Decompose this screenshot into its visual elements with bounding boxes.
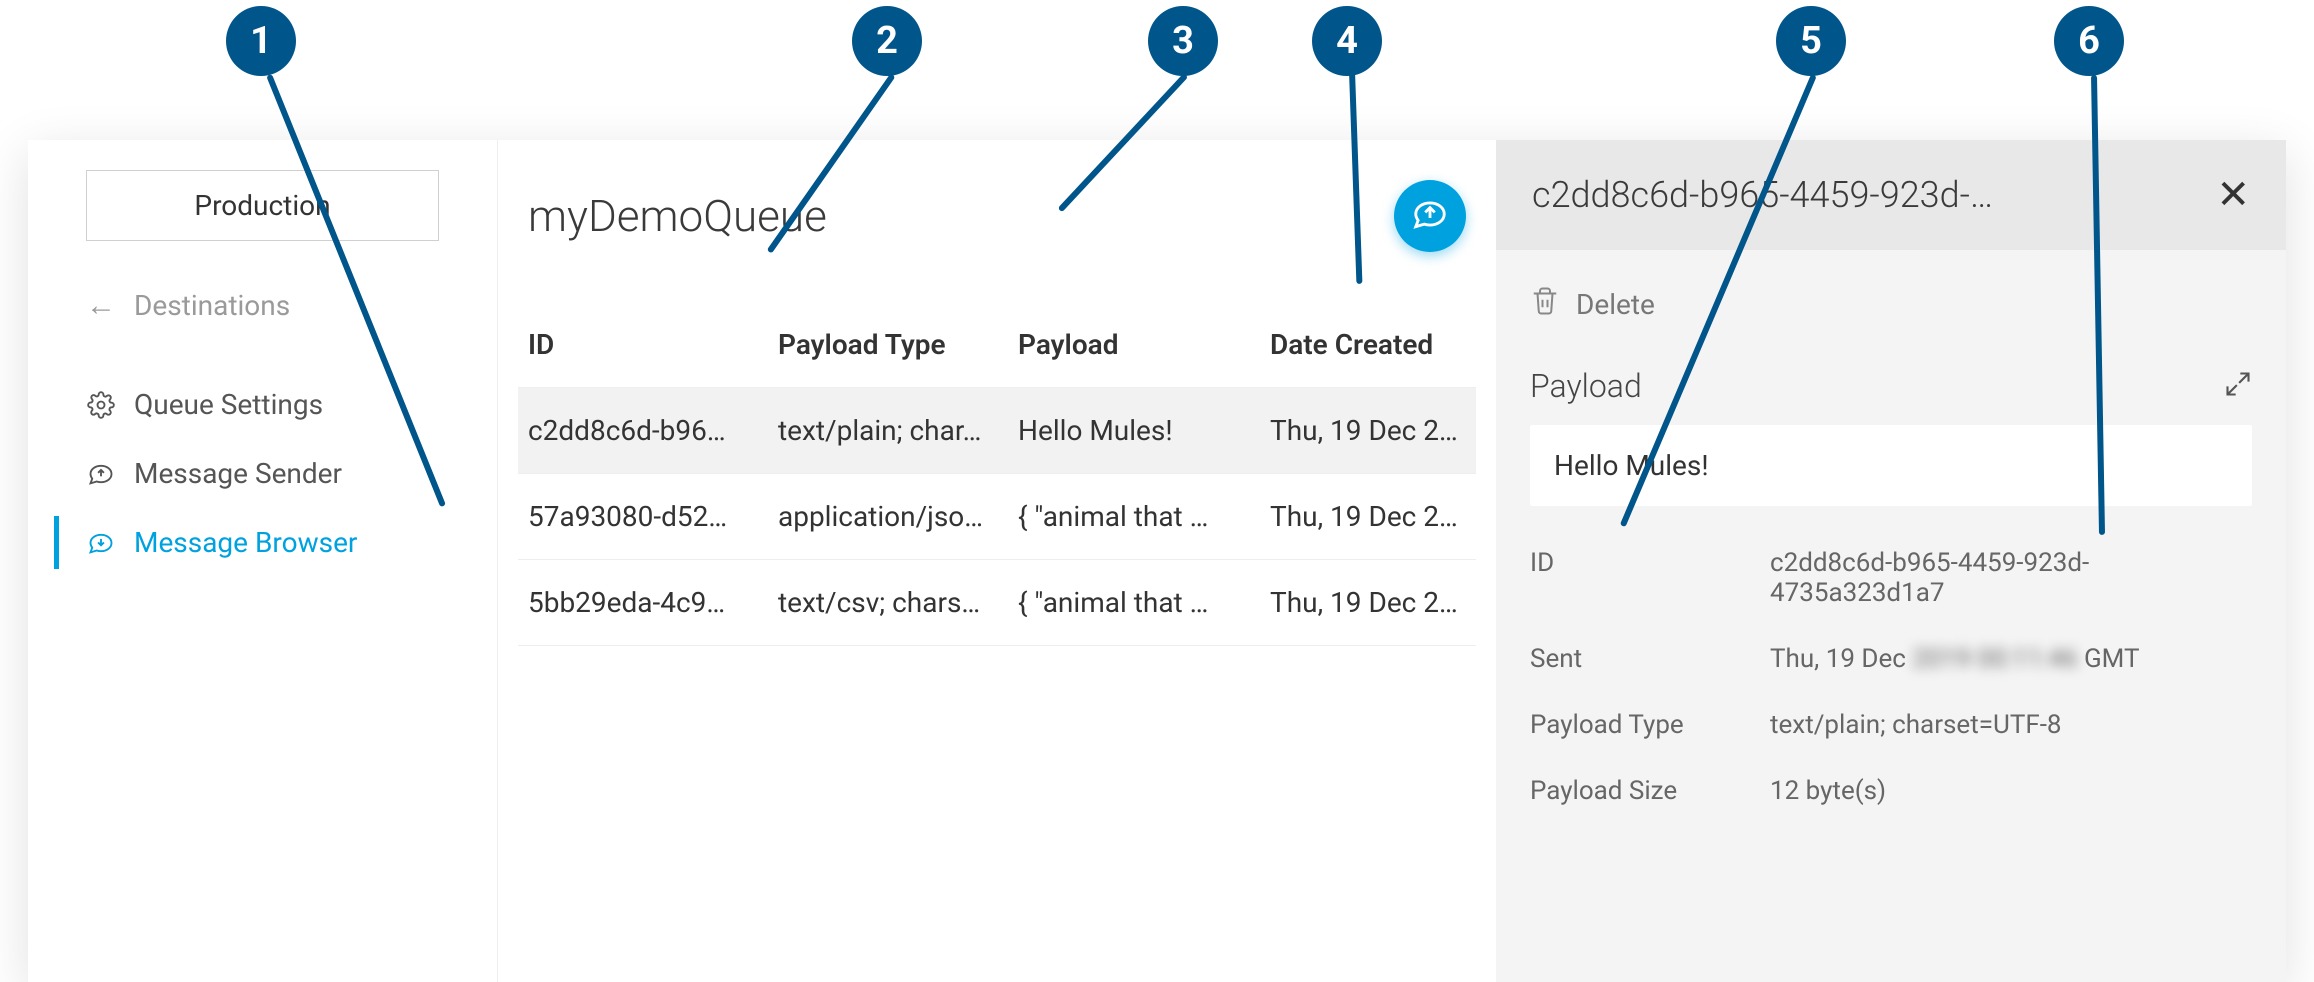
- detail-title: c2dd8c6d-b965-4459-923d-…: [1532, 174, 2216, 216]
- message-send-icon: [1411, 195, 1449, 237]
- environment-selector[interactable]: Production: [86, 170, 439, 241]
- message-list-pane: myDemoQueue ID Payload Type Payload Date…: [498, 140, 1496, 982]
- col-header-type: Payload Type: [778, 328, 1018, 361]
- table-row[interactable]: c2dd8c6d-b96… text/plain; char… Hello Mu…: [518, 388, 1476, 474]
- meta-key: Sent: [1530, 644, 1770, 674]
- meta-row-id: ID c2dd8c6d-b965-4459-923d-4735a323d1a7: [1516, 530, 2266, 626]
- meta-row-sent: Sent Thu, 19 Dec 2019 00:11:46 GMT: [1516, 626, 2266, 692]
- cell-payload: { "animal that …: [1018, 586, 1270, 619]
- delete-label: Delete: [1576, 288, 1655, 321]
- meta-val: c2dd8c6d-b965-4459-923d-4735a323d1a7: [1770, 548, 2252, 608]
- cell-type: text/csv; chars…: [778, 586, 1018, 619]
- callout-marker-5: 5: [1776, 6, 1846, 76]
- close-button[interactable]: ✕: [2216, 175, 2250, 215]
- expand-payload-button[interactable]: [2224, 370, 2252, 402]
- sidebar-item-label: Message Browser: [134, 526, 357, 559]
- meta-val: text/plain; charset=UTF-8: [1770, 710, 2252, 740]
- cell-date: Thu, 19 Dec 20…: [1270, 500, 1466, 533]
- cell-payload: Hello Mules!: [1018, 414, 1270, 447]
- payload-section-header: Payload: [1516, 353, 2266, 419]
- callout-marker-2: 2: [852, 6, 922, 76]
- sidebar-item-queue-settings[interactable]: Queue Settings: [28, 370, 497, 439]
- trash-icon: [1530, 286, 1560, 323]
- back-to-destinations[interactable]: ← Destinations: [28, 271, 497, 340]
- table-header-row: ID Payload Type Payload Date Created: [518, 302, 1476, 388]
- main-content: myDemoQueue ID Payload Type Payload Date…: [498, 140, 2286, 982]
- detail-header: c2dd8c6d-b965-4459-923d-… ✕: [1496, 140, 2286, 250]
- detail-body: Delete Payload Hello Mules! ID c2dd8c6d-…: [1496, 250, 2286, 824]
- queue-header: myDemoQueue: [518, 180, 1476, 302]
- cell-id: 57a93080-d52…: [528, 500, 778, 533]
- send-message-fab[interactable]: [1394, 180, 1466, 252]
- sidebar-item-label: Message Sender: [134, 457, 342, 490]
- callout-marker-6: 6: [2054, 6, 2124, 76]
- message-down-icon: [86, 528, 116, 558]
- close-icon: ✕: [2216, 171, 2250, 218]
- meta-val: 12 byte(s): [1770, 776, 2252, 806]
- cell-type: application/jso…: [778, 500, 1018, 533]
- table-row[interactable]: 5bb29eda-4c9… text/csv; chars… { "animal…: [518, 560, 1476, 646]
- arrow-left-icon: ←: [86, 291, 116, 321]
- meta-row-type: Payload Type text/plain; charset=UTF-8: [1516, 692, 2266, 758]
- col-header-payload: Payload: [1018, 328, 1270, 361]
- callout-marker-3: 3: [1148, 6, 1218, 76]
- col-header-id: ID: [528, 328, 778, 361]
- cell-payload: { "animal that …: [1018, 500, 1270, 533]
- sidebar-item-label: Queue Settings: [134, 388, 323, 421]
- redacted-text: 2019 00:11:46: [1912, 644, 2077, 674]
- delete-button[interactable]: Delete: [1516, 280, 2266, 353]
- cell-date: Thu, 19 Dec 20…: [1270, 586, 1466, 619]
- message-detail-pane: c2dd8c6d-b965-4459-923d-… ✕ Delete Paylo…: [1496, 140, 2286, 982]
- cell-date: Thu, 19 Dec 20…: [1270, 414, 1466, 447]
- payload-section-label: Payload: [1530, 367, 1642, 405]
- table-row[interactable]: 57a93080-d52… application/jso… { "animal…: [518, 474, 1476, 560]
- app-window: Production ← Destinations Queue Settings…: [28, 140, 2286, 982]
- meta-key: Payload Type: [1530, 710, 1770, 740]
- col-header-date: Date Created: [1270, 328, 1466, 361]
- meta-key: ID: [1530, 548, 1770, 608]
- back-label: Destinations: [134, 289, 290, 322]
- callout-marker-1: 1: [226, 6, 296, 76]
- meta-key: Payload Size: [1530, 776, 1770, 806]
- meta-row-size: Payload Size 12 byte(s): [1516, 758, 2266, 824]
- cell-type: text/plain; char…: [778, 414, 1018, 447]
- gear-icon: [86, 390, 116, 420]
- meta-val: Thu, 19 Dec 2019 00:11:46 GMT: [1770, 644, 2252, 674]
- sidebar-item-message-browser[interactable]: Message Browser: [28, 508, 497, 577]
- cell-id: c2dd8c6d-b96…: [528, 414, 778, 447]
- message-up-icon: [86, 459, 116, 489]
- callout-marker-4: 4: [1312, 6, 1382, 76]
- message-table: ID Payload Type Payload Date Created c2d…: [518, 302, 1476, 646]
- sidebar: Production ← Destinations Queue Settings…: [28, 140, 498, 982]
- cell-id: 5bb29eda-4c9…: [528, 586, 778, 619]
- expand-icon: [2224, 383, 2252, 402]
